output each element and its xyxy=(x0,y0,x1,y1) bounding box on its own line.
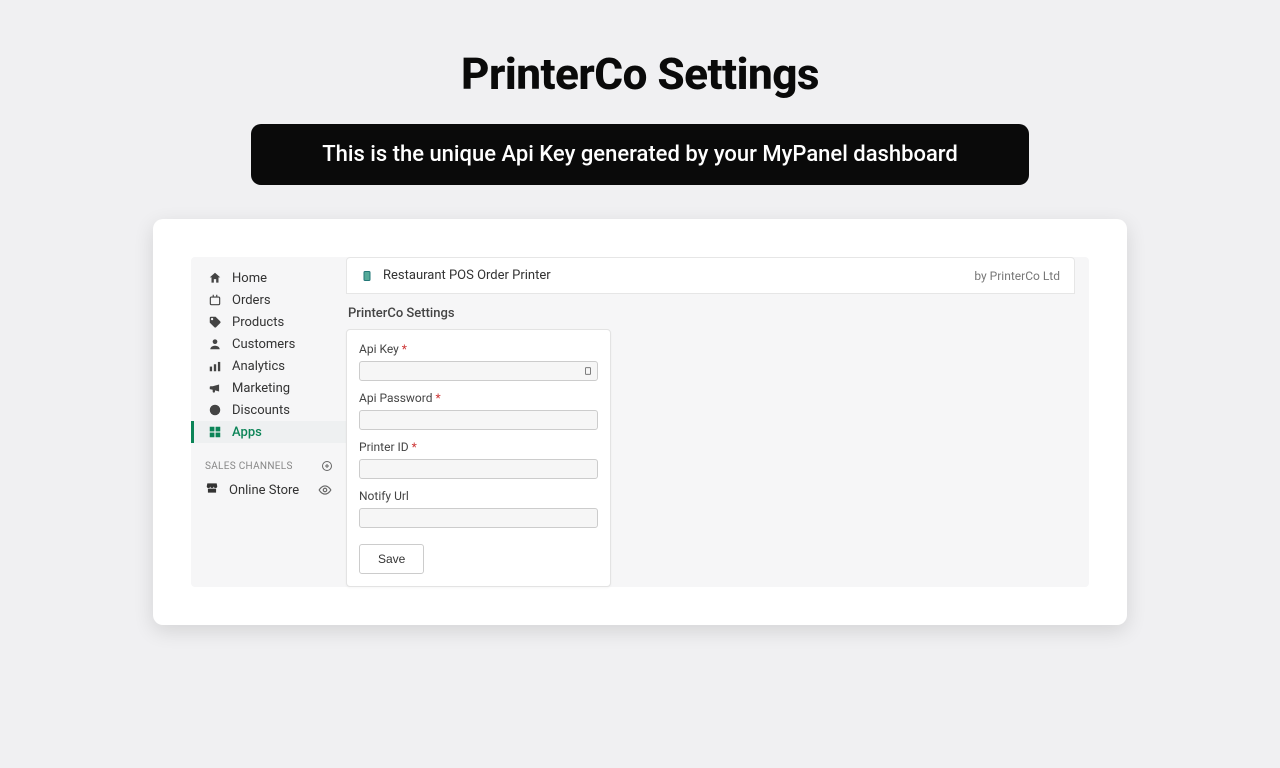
apps-icon xyxy=(208,425,222,439)
sidebar: Home Orders Products Customers Analytics… xyxy=(191,257,346,587)
sidebar-item-discounts[interactable]: Discounts xyxy=(191,399,346,421)
sidebar-item-marketing[interactable]: Marketing xyxy=(191,377,346,399)
field-notify-url: Notify Url xyxy=(359,489,598,528)
app-byline: by PrinterCo Ltd xyxy=(974,269,1060,283)
sidebar-item-analytics[interactable]: Analytics xyxy=(191,355,346,377)
sidebar-item-label: Home xyxy=(232,271,267,286)
sidebar-item-products[interactable]: Products xyxy=(191,311,346,333)
person-icon xyxy=(208,337,222,351)
required-marker: * xyxy=(409,440,417,454)
page-title: PrinterCo Settings xyxy=(0,48,1280,100)
field-label: Api Password * xyxy=(359,391,598,405)
sidebar-item-label: Discounts xyxy=(232,403,290,418)
app-header: Restaurant POS Order Printer by PrinterC… xyxy=(346,257,1075,294)
field-label: Notify Url xyxy=(359,489,598,503)
field-label: Printer ID * xyxy=(359,440,598,454)
settings-section-title: PrinterCo Settings xyxy=(348,306,1075,321)
settings-form: Api Key * Api Password * Printer ID * No… xyxy=(346,329,611,587)
field-api-key: Api Key * xyxy=(359,342,598,381)
orders-icon xyxy=(208,293,222,307)
printer-app-icon xyxy=(361,270,373,282)
sidebar-item-label: Online Store xyxy=(229,483,299,498)
sidebar-item-label: Orders xyxy=(232,293,271,308)
save-button[interactable]: Save xyxy=(359,544,424,574)
required-marker: * xyxy=(432,391,440,405)
sidebar-item-online-store[interactable]: Online Store xyxy=(191,479,346,501)
app-panel: Home Orders Products Customers Analytics… xyxy=(191,257,1089,587)
content-card: Home Orders Products Customers Analytics… xyxy=(153,219,1127,625)
plus-icon[interactable] xyxy=(320,459,334,473)
megaphone-icon xyxy=(208,381,222,395)
sidebar-item-label: Customers xyxy=(232,337,295,352)
api-password-input[interactable] xyxy=(359,410,598,430)
sidebar-item-label: Apps xyxy=(232,425,262,440)
sidebar-item-label: Marketing xyxy=(232,381,290,396)
sidebar-item-home[interactable]: Home xyxy=(191,267,346,289)
api-key-input[interactable] xyxy=(359,361,598,381)
sidebar-item-label: Analytics xyxy=(232,359,285,374)
field-printer-id: Printer ID * xyxy=(359,440,598,479)
field-api-password: Api Password * xyxy=(359,391,598,430)
tooltip-callout: This is the unique Api Key generated by … xyxy=(251,124,1029,185)
notify-url-input[interactable] xyxy=(359,508,598,528)
sidebar-section-label: SALES CHANNELS xyxy=(205,461,293,472)
sidebar-item-label: Products xyxy=(232,315,284,330)
store-icon xyxy=(205,481,219,499)
eye-icon[interactable] xyxy=(318,483,332,497)
field-label: Api Key * xyxy=(359,342,598,356)
app-title: Restaurant POS Order Printer xyxy=(383,268,551,283)
main-area: Restaurant POS Order Printer by PrinterC… xyxy=(346,257,1089,587)
sidebar-section-header: SALES CHANNELS xyxy=(205,459,334,473)
required-marker: * xyxy=(399,342,407,356)
bars-icon xyxy=(208,359,222,373)
tag-icon xyxy=(208,315,222,329)
home-icon xyxy=(208,271,222,285)
discount-icon xyxy=(208,403,222,417)
printer-id-input[interactable] xyxy=(359,459,598,479)
sidebar-item-orders[interactable]: Orders xyxy=(191,289,346,311)
sidebar-item-customers[interactable]: Customers xyxy=(191,333,346,355)
sidebar-item-apps[interactable]: Apps xyxy=(191,421,346,443)
key-icon xyxy=(582,365,594,377)
